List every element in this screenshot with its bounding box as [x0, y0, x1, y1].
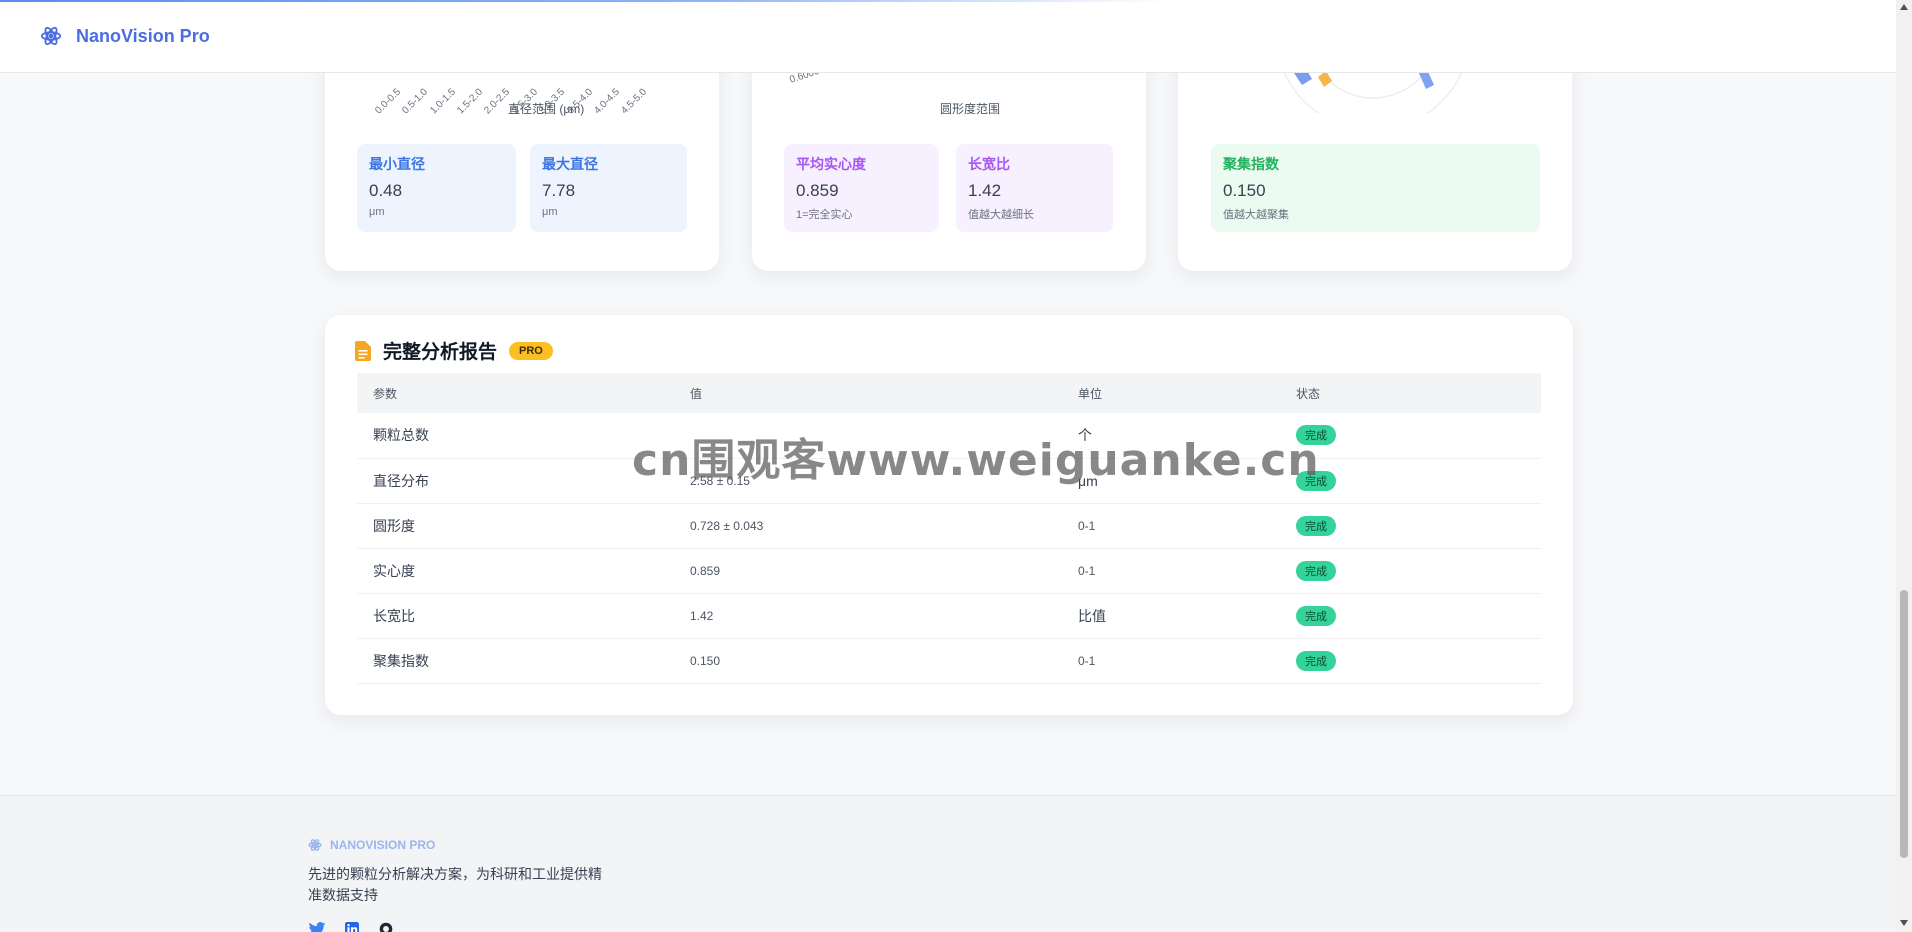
- table-row: 长宽比 1.42 比值 完成: [357, 593, 1541, 639]
- document-icon: [355, 340, 371, 361]
- full-report-card: 完整分析报告 PRO 参数 值 单位 状态 颗粒总数 个 完成 直径分布 2.5…: [325, 315, 1573, 715]
- stat-title: 最小直径: [369, 156, 425, 172]
- diameter-tick-label: 1.0-1.5: [428, 86, 458, 117]
- stat-title: 聚集指数: [1223, 156, 1279, 172]
- status-cell: 完成: [1280, 548, 1541, 594]
- loading-progress-line: [0, 0, 1170, 2]
- footer-brand: NANOVISION PRO: [308, 838, 435, 852]
- table-row: 聚集指数 0.150 0-1 完成: [357, 638, 1541, 684]
- diameter-tick-label: 4.5-5.0: [619, 86, 649, 117]
- stat-value: 1.42: [968, 181, 1002, 200]
- value-cell: 0.150: [674, 638, 1062, 684]
- pro-badge: PRO: [509, 341, 553, 360]
- atom-logo-icon: [308, 839, 322, 851]
- column-header-unit: 单位: [1062, 373, 1280, 413]
- stat-note: 值越大越聚集: [1223, 209, 1289, 221]
- status-badge: 完成: [1296, 605, 1336, 626]
- stat-note: 值越大越细长: [968, 209, 1034, 221]
- status-badge: 完成: [1296, 650, 1336, 671]
- status-badge: 完成: [1296, 560, 1336, 581]
- report-header: 完整分析报告 PRO: [355, 337, 553, 364]
- column-header-value: 值: [674, 373, 1062, 413]
- report-table: 参数 值 单位 状态 颗粒总数 个 完成 直径分布 2.58 ± 0.15 μm: [357, 373, 1541, 684]
- table-header-row: 参数 值 单位 状态: [357, 373, 1541, 413]
- github-icon[interactable]: [378, 922, 394, 932]
- linkedin-icon[interactable]: [344, 922, 360, 932]
- brand-link[interactable]: NanoVision Pro: [40, 22, 210, 50]
- unit-cell: 0-1: [1062, 638, 1280, 684]
- brand-name: NanoVision Pro: [76, 25, 210, 46]
- diameter-tick-label: 0.0-0.5: [373, 86, 403, 117]
- report-title: 完整分析报告: [383, 342, 498, 363]
- value-cell: 1.42: [674, 593, 1062, 639]
- top-navbar: NanoVision Pro: [0, 0, 1896, 73]
- param-cell: 长宽比: [357, 593, 674, 639]
- aggregation-index-stat: 聚集指数 0.150 值越大越聚集: [1211, 144, 1540, 232]
- status-cell: 完成: [1280, 593, 1541, 639]
- status-cell: 完成: [1280, 638, 1541, 684]
- min-diameter-stat: 最小直径 0.48 μm: [357, 144, 516, 232]
- value-cell: 0.859: [674, 548, 1062, 594]
- atom-logo-icon: [40, 26, 62, 46]
- circularity-axis-title: 圆形度范围: [940, 102, 1001, 116]
- avg-solidity-stat: 平均实心度 0.859 1=完全实心: [784, 144, 939, 232]
- diameter-axis-title: 直径范围 (μm): [508, 102, 585, 116]
- stat-title: 平均实心度: [796, 156, 866, 172]
- param-cell: 直径分布: [357, 458, 674, 504]
- diameter-tick-label: 4.0-4.5: [592, 86, 622, 117]
- status-cell: 完成: [1280, 503, 1541, 549]
- footer-social-links: [308, 922, 394, 932]
- column-header-status: 状态: [1280, 373, 1541, 413]
- stat-unit: μm: [369, 206, 385, 218]
- footer: NANOVISION PRO 先进的颗粒分析解决方案，为科研和工业提供精准数据支…: [0, 795, 1896, 932]
- scroll-down-arrow-icon[interactable]: [1900, 920, 1908, 926]
- stat-value: 0.859: [796, 181, 839, 200]
- max-diameter-stat: 最大直径 7.78 μm: [530, 144, 687, 232]
- param-cell: 颗粒总数: [357, 413, 674, 459]
- status-badge: 完成: [1296, 515, 1336, 536]
- value-cell: 0.728 ± 0.043: [674, 503, 1062, 549]
- unit-cell: 0-1: [1062, 548, 1280, 594]
- table-row: 圆形度 0.728 ± 0.043 0-1 完成: [357, 503, 1541, 549]
- scrollbar-thumb[interactable]: [1900, 590, 1908, 858]
- stat-title: 最大直径: [542, 156, 598, 172]
- stat-unit: μm: [542, 206, 558, 218]
- diameter-tick-label: 1.5-2.0: [455, 86, 485, 117]
- stat-title: 长宽比: [968, 156, 1010, 172]
- aspect-ratio-stat: 长宽比 1.42 值越大越细长: [956, 144, 1113, 232]
- stat-value: 0.150: [1223, 181, 1266, 200]
- table-row: 实心度 0.859 0-1 完成: [357, 548, 1541, 594]
- footer-brand-name: NANOVISION PRO: [330, 838, 436, 852]
- twitter-icon[interactable]: [308, 922, 326, 932]
- stat-value: 7.78: [542, 181, 576, 200]
- diameter-tick-label: 0.5-1.0: [400, 86, 430, 117]
- page-scrollbar[interactable]: [1896, 0, 1912, 932]
- scroll-up-arrow-icon[interactable]: [1900, 4, 1908, 10]
- polar-segment: [1318, 71, 1332, 87]
- footer-description: 先进的颗粒分析解决方案，为科研和工业提供精准数据支持: [308, 866, 602, 903]
- unit-cell: 比值: [1062, 593, 1280, 639]
- param-cell: 聚集指数: [357, 638, 674, 684]
- param-cell: 圆形度: [357, 503, 674, 549]
- unit-cell: 0-1: [1062, 503, 1280, 549]
- watermark-text: cn围观客www.weiguanke.cn: [632, 435, 1320, 486]
- column-header-param: 参数: [357, 373, 674, 413]
- stat-note: 1=完全实心: [796, 209, 853, 221]
- stat-value: 0.48: [369, 181, 403, 200]
- param-cell: 实心度: [357, 548, 674, 594]
